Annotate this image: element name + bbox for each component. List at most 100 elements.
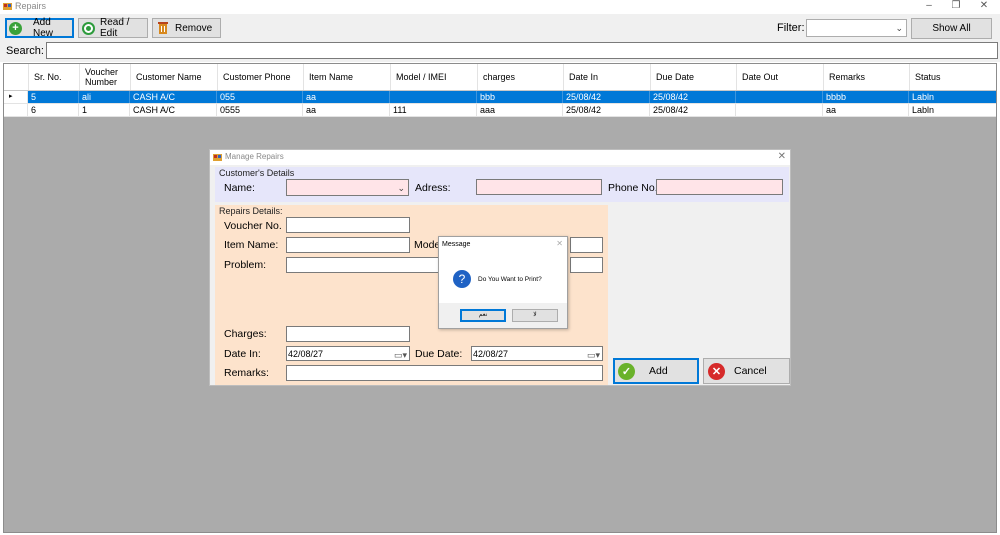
column-header-customer-phone[interactable]: Customer Phone xyxy=(218,64,304,90)
table-cell[interactable]: Labln xyxy=(909,91,995,103)
table-cell[interactable]: 25/08/42 xyxy=(650,104,736,116)
table-cell[interactable]: CASH A/C xyxy=(130,91,217,103)
table-cell[interactable]: bbb xyxy=(477,91,563,103)
date-in-label: Date In: xyxy=(224,348,261,360)
show-all-button[interactable]: Show All xyxy=(911,18,992,39)
calendar-icon: ▭▾ xyxy=(586,350,600,360)
column-header-status[interactable]: Status xyxy=(910,64,996,90)
charges-label: Charges: xyxy=(224,328,267,340)
column-header-remarks[interactable]: Remarks xyxy=(824,64,910,90)
column-header-voucher-number[interactable]: Voucher Number xyxy=(80,64,131,90)
dialog-titlebar: Manage Repairs ✕ xyxy=(210,150,790,165)
calendar-icon: ▭▾ xyxy=(393,350,407,360)
table-cell[interactable]: Labln xyxy=(909,104,995,116)
message-button-bar: نعم لا xyxy=(439,303,567,328)
column-header-date-in[interactable]: Date In xyxy=(564,64,651,90)
column-header-due-date[interactable]: Due Date xyxy=(651,64,737,90)
message-title: Message xyxy=(442,241,471,248)
app-icon xyxy=(213,154,222,161)
column-header-model-imei[interactable]: Model / IMEI xyxy=(391,64,478,90)
add-new-button[interactable]: + Add New xyxy=(5,17,74,39)
add-button-label: Add xyxy=(649,365,668,377)
window-titlebar: Repairs – ❐ ✕ xyxy=(0,0,1000,14)
app-icon xyxy=(3,3,12,10)
message-text: Do You Want to Print? xyxy=(478,276,542,283)
grid-header: Sr. No. Voucher Number Customer Name Cus… xyxy=(4,64,996,91)
table-cell[interactable]: 1 xyxy=(79,104,130,116)
problem-input-end[interactable] xyxy=(570,257,603,273)
chevron-down-icon: ⌄ xyxy=(397,183,405,193)
repairs-details-label: Repairs Details: xyxy=(219,206,283,216)
address-input[interactable] xyxy=(476,179,602,195)
table-cell[interactable]: 25/08/42 xyxy=(563,104,650,116)
remove-button[interactable]: Remove xyxy=(152,18,221,38)
read-edit-button[interactable]: Read / Edit xyxy=(78,17,148,39)
search-label: Search: xyxy=(6,45,44,57)
due-date-picker[interactable]: 42/08/27 ▭▾ xyxy=(471,346,603,361)
column-header-customer-name[interactable]: Customer Name xyxy=(131,64,218,90)
edit-icon xyxy=(82,21,95,35)
remove-label: Remove xyxy=(175,22,213,34)
date-in-value: 42/08/27 xyxy=(288,349,324,359)
search-input[interactable] xyxy=(46,42,998,59)
table-cell[interactable]: 055 xyxy=(217,91,303,103)
item-name-label: Item Name: xyxy=(224,239,279,251)
problem-input[interactable] xyxy=(286,257,440,273)
table-cell[interactable] xyxy=(736,104,823,116)
column-header-date-out[interactable]: Date Out xyxy=(737,64,824,90)
row-marker: ▸ xyxy=(4,91,28,103)
trash-icon xyxy=(158,22,168,34)
table-cell[interactable]: aa xyxy=(303,104,390,116)
column-header-sr-no[interactable]: Sr. No. xyxy=(29,64,80,90)
table-cell[interactable]: 5 xyxy=(28,91,79,103)
filter-label: Filter: xyxy=(777,22,805,34)
minimize-button[interactable]: – xyxy=(916,0,942,14)
item-name-input[interactable] xyxy=(286,237,410,253)
address-label: Adress: xyxy=(415,182,451,194)
table-cell[interactable]: aa xyxy=(303,91,390,103)
close-window-button[interactable]: ✕ xyxy=(971,0,997,14)
filter-dropdown[interactable]: ⌄ xyxy=(806,19,907,37)
table-cell[interactable]: bbbb xyxy=(823,91,909,103)
table-row[interactable]: ▸ 5 ali CASH A/C 055 aa bbb 25/08/42 25/… xyxy=(4,91,996,104)
table-cell[interactable]: aa xyxy=(823,104,909,116)
model-input[interactable] xyxy=(570,237,603,253)
no-button[interactable]: لا xyxy=(512,309,558,322)
restore-button[interactable]: ❐ xyxy=(943,0,969,14)
date-in-picker[interactable]: 42/08/27 ▭▾ xyxy=(286,346,410,361)
chevron-down-icon: ⌄ xyxy=(895,23,903,33)
table-cell[interactable]: 25/08/42 xyxy=(650,91,736,103)
table-cell[interactable]: 0555 xyxy=(217,104,303,116)
dialog-close-button[interactable]: ✕ xyxy=(778,151,786,162)
yes-button[interactable]: نعم xyxy=(460,309,506,322)
customer-details-group: Customer's Details Name: ⌄ Adress: Phone… xyxy=(215,167,789,202)
phone-label: Phone No. xyxy=(608,182,658,194)
table-cell[interactable]: 6 xyxy=(28,104,79,116)
table-cell[interactable]: 111 xyxy=(390,104,477,116)
dialog-title: Manage Repairs xyxy=(225,152,284,161)
show-all-label: Show All xyxy=(932,23,971,34)
column-header-charges[interactable]: charges xyxy=(478,64,564,90)
remarks-input[interactable] xyxy=(286,365,603,381)
phone-input[interactable] xyxy=(656,179,783,195)
print-message-box: Message ✕ ? Do You Want to Print? نعم لا xyxy=(438,236,568,329)
voucher-label: Voucher No. xyxy=(224,220,282,232)
table-cell[interactable]: 25/08/42 xyxy=(563,91,650,103)
table-cell[interactable]: ali xyxy=(79,91,130,103)
customer-details-label: Customer's Details xyxy=(219,168,295,178)
table-row[interactable]: 6 1 CASH A/C 0555 aa 111 aaa 25/08/42 25… xyxy=(4,104,996,117)
name-dropdown[interactable]: ⌄ xyxy=(286,179,409,196)
table-cell[interactable]: aaa xyxy=(477,104,563,116)
cancel-button[interactable]: ✕ Cancel xyxy=(703,358,790,384)
charges-input[interactable] xyxy=(286,326,410,342)
voucher-input[interactable] xyxy=(286,217,410,233)
read-edit-label: Read / Edit xyxy=(100,17,130,39)
header-corner xyxy=(4,64,29,90)
table-cell[interactable] xyxy=(736,91,823,103)
table-cell[interactable] xyxy=(390,91,477,103)
column-header-item-name[interactable]: Item Name xyxy=(304,64,391,90)
table-cell[interactable]: CASH A/C xyxy=(130,104,217,116)
due-date-value: 42/08/27 xyxy=(473,349,509,359)
message-close-button[interactable]: ✕ xyxy=(556,239,563,248)
add-button[interactable]: ✓ Add xyxy=(613,358,699,384)
